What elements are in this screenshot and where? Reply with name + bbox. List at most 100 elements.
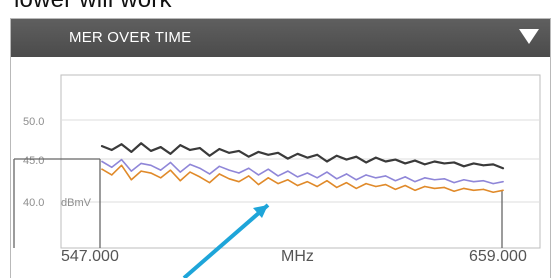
series-point-1-30 [384,160,387,163]
series-point-1-18 [267,153,270,156]
series-point-2-14 [228,178,230,180]
series-point-1-36 [443,162,446,165]
series-point-2-9 [179,180,181,182]
series-point-1-3 [120,143,123,146]
series-point-2-2 [111,174,113,176]
series-point-1-12 [208,154,211,157]
series-point-1-20 [286,157,289,160]
series-point-2-40 [482,188,485,191]
series-point-3-35 [433,179,436,181]
series-point-1-38 [462,165,465,168]
series-point-3-29 [375,177,377,179]
series-point-2-6 [150,172,152,174]
y-tick-40: 40.0 [23,197,44,209]
series-point-3-33 [414,180,416,183]
x-axis-label: MHz [281,248,314,265]
series-point-1-14 [228,151,231,154]
series-point-3-16 [248,167,250,169]
series-point-3-20 [287,170,289,172]
series-point-1-1 [101,145,103,148]
series-point-1-19 [277,151,279,154]
series-point-3-8 [169,161,172,164]
series-point-1-29 [374,156,377,159]
series-point-3-21 [296,176,299,178]
series-point-2-41 [492,191,494,193]
series-point-3-28 [365,174,367,176]
series-point-2-42 [502,189,504,192]
plot-border [60,74,541,249]
series-point-3-3 [120,158,123,161]
series-point-3-5 [140,162,142,165]
series-point-2-31 [394,188,397,191]
series-point-2-3 [120,164,123,167]
series-point-1-27 [355,155,358,158]
caption-fragment: lower will work [14,0,172,14]
y-unit-label: dBmV [61,197,92,209]
series-point-3-27 [355,179,357,181]
series-point-1-21 [296,152,299,155]
x-tick-end: 659.000 [469,248,527,265]
series-point-3-9 [179,171,181,173]
series-point-2-35 [433,187,436,190]
series-point-2-38 [463,187,465,190]
series-point-2-8 [169,169,172,171]
series-point-2-18 [267,177,269,179]
series-point-2-30 [384,183,387,186]
series-point-1-11 [198,147,201,149]
mer-chart: 50.0 45.0 40.0 dBmV 547.000 MHz 659.000 [13,74,541,265]
series-point-1-15 [238,150,240,152]
series-point-3-2 [111,166,113,168]
series-point-3-18 [267,168,269,170]
series-point-1-13 [218,148,221,150]
series-point-3-1 [101,160,103,163]
series-point-2-16 [248,175,250,177]
series-point-3-32 [404,176,406,178]
series-point-2-26 [345,181,348,184]
y-tick-45: 45.0 [23,155,44,167]
series-point-2-4 [130,179,133,181]
series-point-3-7 [159,169,162,171]
series-point-2-34 [424,185,426,188]
series-point-2-12 [208,181,211,184]
y-tick-50: 50.0 [23,116,44,128]
series-point-3-24 [326,171,328,173]
series-point-2-11 [199,176,201,178]
x-tick-start: 547.000 [61,248,119,265]
series-point-3-41 [492,182,494,185]
series-point-2-13 [218,173,221,175]
series-point-2-23 [316,185,318,188]
series-point-2-32 [404,184,406,187]
series-point-1-40 [482,164,485,167]
series-point-2-37 [453,190,455,192]
series-point-3-34 [424,177,426,179]
series-point-3-4 [130,170,133,172]
series-point-2-33 [414,189,416,192]
mer-chart-screen: lower will work MER OVER TIME 50.0 45.0 … [0,0,553,278]
series-point-1-9 [179,144,182,147]
series-point-3-30 [384,175,387,177]
series-point-2-22 [306,180,309,183]
series-point-3-22 [306,172,309,174]
series-point-3-26 [345,173,348,175]
series-point-1-42 [502,167,504,170]
series-point-3-25 [336,178,338,180]
series-point-1-22 [306,156,309,159]
series-point-3-17 [257,174,260,176]
series-point-3-37 [453,181,455,184]
series-point-3-15 [238,172,240,174]
series-point-3-6 [150,164,152,167]
series-point-3-10 [189,163,191,166]
series-point-2-25 [336,186,338,189]
series-point-1-39 [472,162,475,165]
series-point-1-28 [365,161,367,164]
series-point-3-38 [463,179,465,181]
series-point-3-40 [482,180,485,182]
series-point-1-10 [189,149,191,151]
series-point-2-5 [140,170,142,172]
series-point-1-7 [159,146,162,148]
series-point-1-17 [257,150,260,153]
series-point-3-42 [502,180,504,183]
series-point-2-15 [238,180,240,183]
series-point-1-26 [345,158,348,161]
series-point-3-13 [218,165,221,168]
